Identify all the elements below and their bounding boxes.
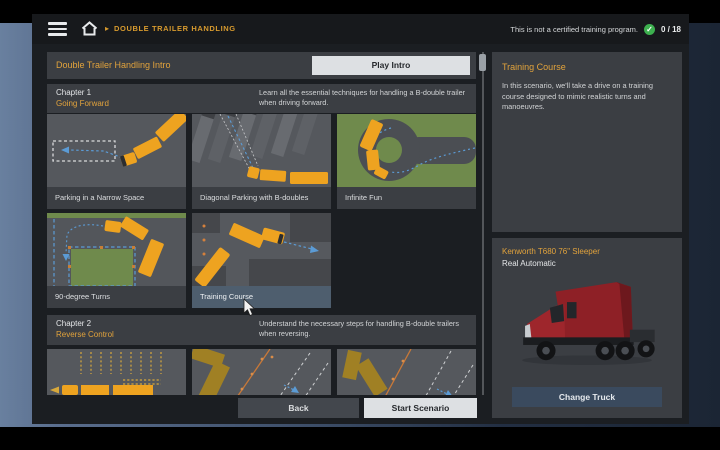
home-icon[interactable] (81, 21, 98, 36)
lesson-tile-diagonal-parking[interactable]: Diagonal Parking with B-doubles (192, 114, 331, 209)
lesson-tile-label: Infinite Fun (337, 187, 476, 209)
scenario-title: Training Course (502, 62, 672, 72)
lesson-tile-reverse-1[interactable] (47, 349, 186, 395)
driving-school-panel: ▸ DOUBLE TRAILER HANDLING This is not a … (32, 14, 689, 424)
lesson-tile-label: 90-degree Turns (47, 286, 186, 308)
lesson-thumbnail (47, 114, 186, 187)
scenario-description: In this scenario, we'll take a drive on … (502, 81, 672, 113)
start-scenario-button[interactable]: Start Scenario (364, 398, 477, 418)
breadcrumb: DOUBLE TRAILER HANDLING (114, 24, 236, 33)
lesson-tile-90-degree-turns[interactable]: 90-degree Turns (47, 213, 186, 308)
truck-card: Kenworth T680 76" Sleeper Real Automatic… (492, 238, 682, 418)
certification-notice: This is not a certified training program… (510, 25, 638, 34)
lesson-tile-training-course[interactable]: Training Course (192, 213, 331, 308)
intro-title: Double Trailer Handling Intro (56, 60, 171, 70)
top-bar: ▸ DOUBLE TRAILER HANDLING This is not a … (32, 14, 689, 44)
lesson-thumbnail (47, 349, 186, 395)
lesson-thumbnail (192, 349, 331, 395)
chapter-1-header: Chapter 1 Going Forward Learn all the es… (47, 84, 476, 113)
chapter-description: Understand the necessary steps for handl… (259, 319, 469, 339)
breadcrumb-arrow-icon: ▸ (105, 24, 109, 33)
truck-transmission: Real Automatic (502, 259, 672, 268)
lesson-tile-label: Training Course (192, 286, 331, 308)
change-truck-button[interactable]: Change Truck (512, 387, 662, 407)
truck-image (506, 274, 668, 374)
lesson-thumbnail (192, 114, 331, 187)
lesson-tile-label: Diagonal Parking with B-doubles (192, 187, 331, 209)
chapter-name: Reverse Control (56, 330, 114, 339)
scrollbar-thumb[interactable] (479, 54, 486, 71)
lesson-tile-reverse-3[interactable] (337, 349, 476, 395)
lesson-thumbnail (192, 213, 331, 286)
lesson-tile-infinite-fun[interactable]: Infinite Fun (337, 114, 476, 209)
chapter-name: Going Forward (56, 99, 109, 108)
truck-name: Kenworth T680 76" Sleeper (502, 247, 672, 256)
lesson-thumbnail (337, 349, 476, 395)
scenario-info-card: Training Course In this scenario, we'll … (492, 52, 682, 232)
lesson-tile-label: Parking in a Narrow Space (47, 187, 186, 209)
intro-row: Double Trailer Handling Intro Play Intro (47, 52, 476, 79)
chapter-description: Learn all the essential techniques for h… (259, 88, 469, 108)
lesson-tile-parking-narrow-space[interactable]: Parking in a Narrow Space (47, 114, 186, 209)
check-circle-icon: ✓ (644, 24, 655, 35)
lesson-tile-reverse-2[interactable] (192, 349, 331, 395)
play-intro-button[interactable]: Play Intro (312, 56, 470, 75)
lesson-thumbnail (337, 114, 476, 187)
chapter-number: Chapter 2 (56, 319, 91, 328)
progress-counter: 0 / 18 (661, 25, 681, 34)
lesson-row-clipped (32, 349, 492, 395)
chapter-2-header: Chapter 2 Reverse Control Understand the… (47, 315, 476, 345)
menu-icon[interactable] (48, 22, 67, 36)
scrollbar-track[interactable] (482, 52, 484, 395)
lesson-thumbnail (47, 213, 186, 286)
game-screen: ▸ DOUBLE TRAILER HANDLING This is not a … (0, 0, 720, 450)
chapter-number: Chapter 1 (56, 88, 91, 97)
back-button[interactable]: Back (238, 398, 359, 418)
